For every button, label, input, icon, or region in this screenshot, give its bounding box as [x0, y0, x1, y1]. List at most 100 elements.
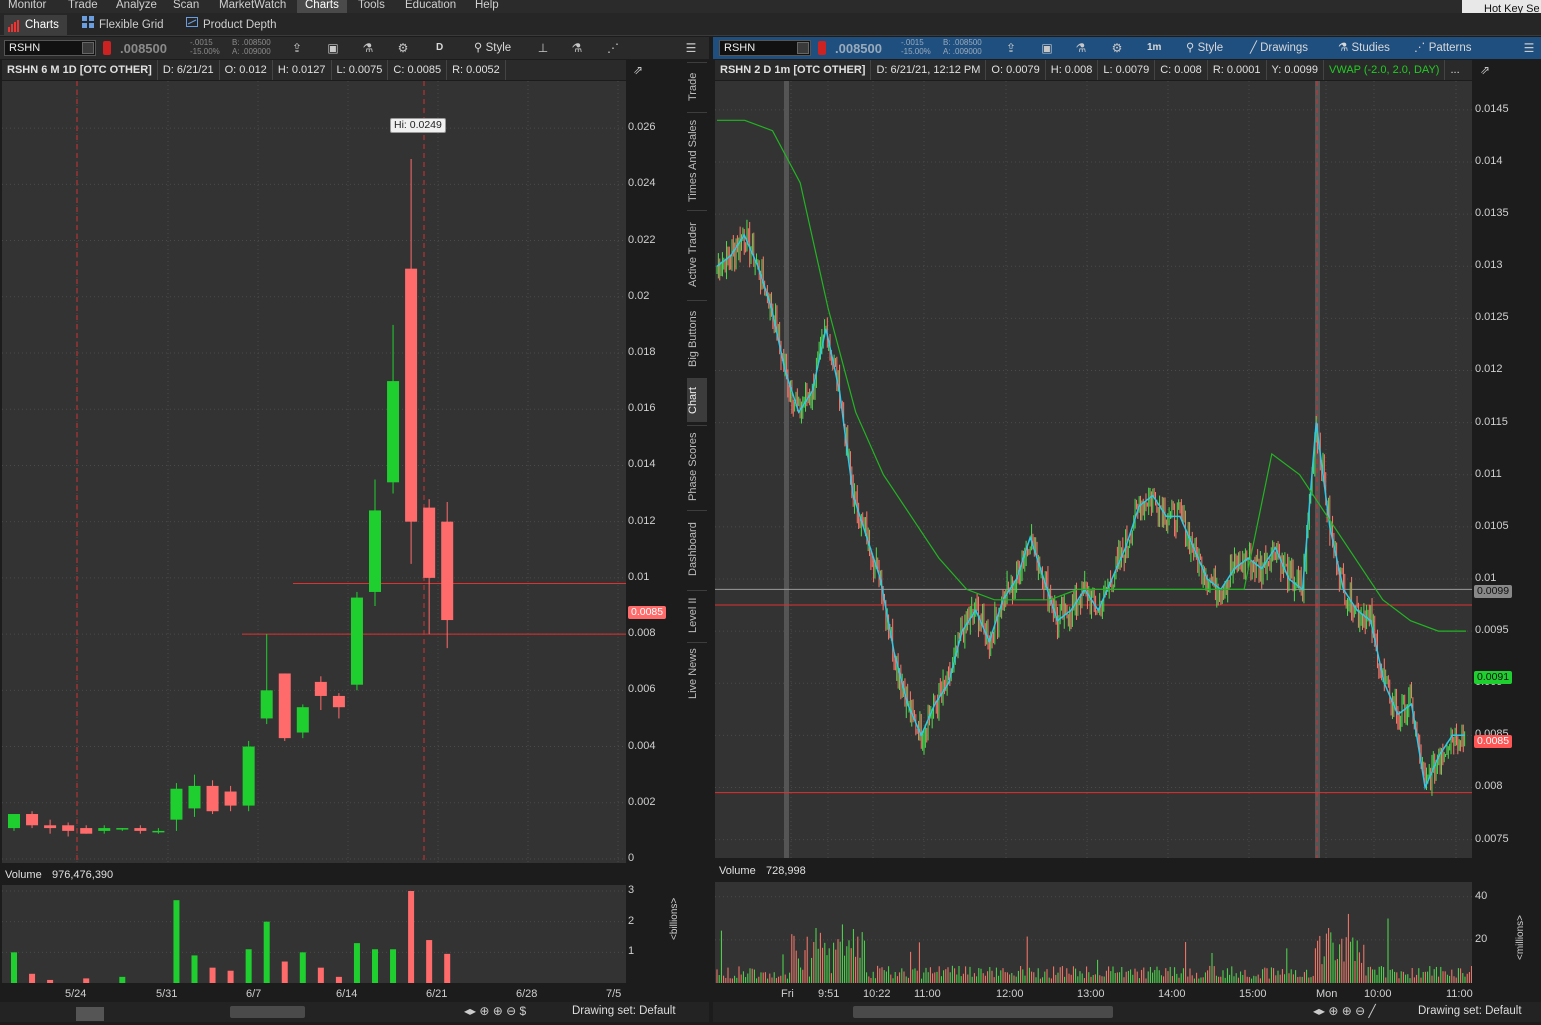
left-info-3: H: 0.0127: [273, 60, 332, 80]
right-volume-chart[interactable]: [715, 882, 1473, 983]
menu-monitor[interactable]: Monitor: [0, 0, 54, 13]
left-volume-bar: [119, 976, 126, 983]
right-aggregation-button[interactable]: 1m: [1147, 40, 1161, 56]
menu-analyze[interactable]: Analyze: [108, 0, 165, 13]
alert-icon[interactable]: [818, 41, 826, 55]
left-candle-body: [260, 690, 273, 719]
left-volume-bar: [426, 940, 433, 983]
left-xtick-label: 6/7: [246, 988, 262, 1000]
drawings-button[interactable]: ╱ Drawings: [1250, 40, 1308, 56]
left-ytick-label: 0.02: [628, 289, 650, 302]
gear-icon[interactable]: ⚙: [1109, 40, 1125, 56]
pan-icons[interactable]: ◂▸ ⊕ ⊕ ⊖ $: [464, 1004, 526, 1018]
left-candle-body: [405, 268, 418, 522]
right-info-3: H: 0.008: [1046, 60, 1099, 80]
share-icon[interactable]: ⇪: [289, 40, 305, 56]
side-tab-big-buttons[interactable]: Big Buttons: [687, 300, 707, 376]
tab-charts[interactable]: Charts: [4, 15, 67, 35]
chevron-down-icon[interactable]: [82, 42, 94, 54]
left-aggregation-button[interactable]: D: [436, 40, 443, 56]
right-session-break: [784, 81, 789, 858]
share-icon[interactable]: ⇪: [1003, 40, 1019, 56]
patterns-button[interactable]: ⋰ Patterns: [1414, 40, 1472, 56]
gear-icon[interactable]: ⚙: [395, 40, 411, 56]
chevron-down-icon[interactable]: [797, 42, 809, 54]
menu-charts[interactable]: Charts: [297, 0, 347, 13]
right-vwap-tag: 0.0091: [1474, 671, 1513, 684]
left-candle-body: [8, 814, 20, 829]
left-xtick-label: 5/24: [65, 988, 87, 1000]
right-drawing-set[interactable]: Drawing set: Default: [1418, 1005, 1522, 1017]
price-icon[interactable]: ⊥: [535, 40, 551, 56]
left-candle-body: [206, 785, 219, 812]
menu-tools[interactable]: Tools: [350, 0, 393, 13]
left-drawing-set[interactable]: Drawing set: Default: [572, 1005, 676, 1017]
right-volume-svg: [715, 896, 1473, 983]
snapshot-icon[interactable]: ▣: [1039, 40, 1055, 56]
left-style-button[interactable]: ⚲ Style: [474, 40, 511, 56]
left-info-0: RSHN 6 M 1D [OTC OTHER]: [2, 60, 158, 80]
collapse-icon[interactable]: [76, 1007, 104, 1021]
pan-icons[interactable]: ◂▸ ⊕ ⊕ ⊖ ╱: [1313, 1004, 1376, 1018]
side-tab-active-trader[interactable]: Active Trader: [687, 210, 707, 298]
menu-marketwatch[interactable]: MarketWatch: [211, 0, 294, 13]
left-volume-chart[interactable]: [2, 885, 626, 983]
left-vol-tick: 3: [628, 884, 635, 896]
left-symbol-text: RSHN: [9, 42, 41, 54]
menu-trade[interactable]: Trade: [60, 0, 106, 13]
left-vol-tick: 1: [628, 945, 635, 958]
side-tab-trade[interactable]: Trade: [687, 62, 707, 110]
left-volume-bar: [209, 967, 216, 983]
alert-icon[interactable]: [103, 41, 111, 55]
left-symbol-selector[interactable]: RSHN: [4, 40, 96, 56]
left-candle-body: [62, 825, 75, 831]
right-vwap-line: [717, 119, 1466, 632]
right-info-1: D: 6/21/21, 12:12 PM: [871, 60, 987, 80]
snapshot-icon[interactable]: ▣: [325, 40, 341, 56]
side-tab-times-and-sales[interactable]: Times And Sales: [687, 112, 707, 208]
side-tab-live-news[interactable]: Live News: [687, 642, 707, 704]
style-icon: ⚲: [474, 42, 486, 54]
left-candle-body: [423, 507, 436, 578]
studies-button[interactable]: ⚗ Studies: [1338, 40, 1390, 56]
menu-icon[interactable]: ☰: [1521, 40, 1537, 56]
left-candle-body: [369, 510, 381, 592]
tab-flexible-grid[interactable]: Flexible Grid: [78, 15, 172, 35]
right-vol-tick: 40: [1475, 889, 1488, 902]
flask-icon[interactable]: ⚗: [360, 40, 376, 56]
side-tab-phase-scores[interactable]: Phase Scores: [687, 425, 707, 507]
right-price-chart[interactable]: [715, 81, 1472, 858]
left-volume-bar: [29, 973, 36, 983]
right-ytick-label: 0.0105: [1475, 519, 1509, 532]
right-symbol-text: RSHN: [724, 42, 756, 54]
left-expand-icon[interactable]: ⇗: [630, 62, 646, 78]
right-volume-unit: <millions>: [1515, 914, 1526, 960]
flask-icon[interactable]: ⚗: [1073, 40, 1089, 56]
right-ytick-label: 0.0115: [1475, 415, 1508, 428]
menu-education[interactable]: Education: [397, 0, 464, 13]
menu-help[interactable]: Help: [467, 0, 507, 13]
menu-icon[interactable]: ☰: [683, 40, 699, 56]
studies-flask-icon[interactable]: ⚗: [569, 40, 585, 56]
right-scrollbar[interactable]: [853, 1006, 1113, 1018]
left-candle-body: [44, 825, 57, 829]
left-ytick-label: 0.026: [628, 121, 656, 134]
pencil-icon: ╱: [1250, 42, 1261, 54]
menu-scan[interactable]: Scan: [165, 0, 207, 13]
side-tab-dashboard[interactable]: Dashboard: [687, 510, 707, 588]
side-tab-level-ii[interactable]: Level II: [687, 590, 707, 640]
left-price-chart[interactable]: [2, 81, 626, 863]
right-price-chart-svg: [715, 81, 1472, 858]
vwap-label: VWAP (-2.0, 2.0, DAY): [1324, 60, 1446, 80]
right-expand-icon[interactable]: ⇗: [1477, 62, 1493, 78]
right-ema-line: [716, 233, 1465, 791]
tab-product-depth[interactable]: Product Depth: [182, 15, 285, 35]
right-info-5: C: 0.008: [1155, 60, 1208, 80]
left-scrollbar[interactable]: [230, 1006, 305, 1018]
tab-charts-label: Charts: [25, 19, 59, 31]
side-tab-chart[interactable]: Chart: [687, 378, 707, 422]
right-symbol-selector[interactable]: RSHN: [719, 40, 811, 56]
patterns-icon[interactable]: ⋰: [605, 40, 621, 56]
right-style-button[interactable]: ⚲ Style: [1186, 40, 1223, 56]
right-bid-ask: B: .008500 A: .009000: [943, 38, 982, 56]
